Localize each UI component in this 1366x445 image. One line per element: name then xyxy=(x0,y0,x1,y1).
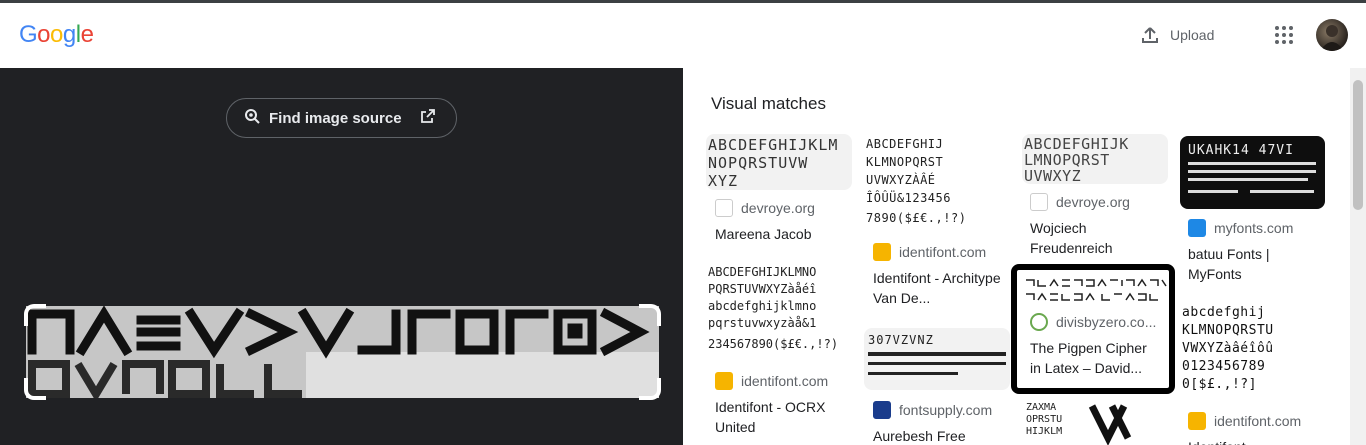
selected-image-crop[interactable] xyxy=(26,306,659,398)
result-thumbnail[interactable]: ABCDEFGHIJ KLMNOPQRST UVWXYZÀÂÉ ÎÔÛÜ&123… xyxy=(864,134,1010,234)
svg-text:234567890($£€.,!?): 234567890($£€.,!?) xyxy=(708,337,838,351)
fontsupply-favicon-icon xyxy=(873,401,891,419)
result-title[interactable]: Wojciech Freudenreich xyxy=(1030,218,1150,258)
result-source[interactable]: fontsupply.com xyxy=(873,401,992,419)
open-external-icon xyxy=(420,108,436,128)
svg-text:UVWXYZ: UVWXYZ xyxy=(1024,167,1081,184)
svg-text:0123456789: 0123456789 xyxy=(1182,359,1265,374)
result-thumbnail[interactable]: ABCDEFGHIJKLM NOPQRSTUVW XYZ xyxy=(706,134,852,190)
devroye-favicon-icon xyxy=(715,199,733,217)
svg-text:UVWXYZÀÂÉ: UVWXYZÀÂÉ xyxy=(866,172,936,187)
result-thumbnail[interactable]: ZAXMA OPRSTU HIJKLM xyxy=(1022,398,1168,445)
identifont-favicon-icon xyxy=(1188,412,1206,430)
crop-corner-top-right[interactable] xyxy=(639,304,661,326)
svg-text:UKAHK14 47VI: UKAHK14 47VI xyxy=(1188,143,1294,158)
svg-text:XYZ: XYZ xyxy=(708,172,738,190)
svg-text:PQRSTUVWXYZàåéî: PQRSTUVWXYZàåéî xyxy=(708,282,816,296)
highlight-annotation-box xyxy=(1011,264,1175,394)
svg-text:307VZVNZ: 307VZVNZ xyxy=(868,333,934,347)
avatar[interactable] xyxy=(1316,19,1348,51)
svg-text:7890($£€.,!?): 7890($£€.,!?) xyxy=(866,211,966,225)
svg-text:ÎÔÛÜ&123456: ÎÔÛÜ&123456 xyxy=(866,189,951,205)
result-source[interactable]: identifont.com xyxy=(715,372,828,390)
myfonts-favicon-icon xyxy=(1188,219,1206,237)
upload-icon xyxy=(1140,25,1160,45)
identifont-favicon-icon xyxy=(715,372,733,390)
result-source-label: fontsupply.com xyxy=(899,402,993,418)
svg-text:0[$£.,!?]: 0[$£.,!?] xyxy=(1182,377,1257,392)
result-source-label: identifont.com xyxy=(741,373,829,389)
header: Google Upload xyxy=(0,3,1366,68)
svg-text:HIJKLM: HIJKLM xyxy=(1026,426,1062,437)
svg-text:abcdefghij: abcdefghij xyxy=(1182,305,1265,320)
result-title[interactable]: Aurebesh Free xyxy=(873,426,1023,445)
result-thumbnail[interactable]: 307VZVNZ xyxy=(864,328,1010,390)
find-image-source-label: Find image source xyxy=(269,109,402,127)
result-title[interactable]: Identifont - OCRX United xyxy=(715,397,865,437)
apps-grid-icon[interactable] xyxy=(1272,23,1296,47)
svg-text:abcdefghijklmno: abcdefghijklmno xyxy=(708,299,816,313)
result-thumbnail[interactable]: UKAHK14 47VI xyxy=(1180,136,1325,209)
google-logo[interactable]: Google xyxy=(19,21,94,49)
svg-text:NOPQRSTUVW: NOPQRSTUVW xyxy=(708,154,808,172)
result-title[interactable]: Mareena Jacob xyxy=(715,224,865,244)
result-source[interactable]: identifont.com xyxy=(873,243,986,261)
cipher-glyph-image xyxy=(27,306,659,398)
lens-search-icon xyxy=(243,107,261,129)
find-image-source-button[interactable]: Find image source xyxy=(226,98,457,138)
result-source[interactable]: myfonts.com xyxy=(1188,219,1293,237)
svg-text:ZAXMA: ZAXMA xyxy=(1026,402,1056,413)
svg-text:ABCDEFGHIJKLM: ABCDEFGHIJKLM xyxy=(708,136,838,154)
upload-button[interactable]: Upload xyxy=(1140,23,1214,47)
result-source[interactable]: identifont.com xyxy=(1188,412,1301,430)
upload-label: Upload xyxy=(1170,27,1215,43)
result-source[interactable]: devroye.org xyxy=(1030,193,1130,211)
result-thumbnail[interactable]: abcdefghij KLMNOPQRSTU VWXYZàâéîôû 01234… xyxy=(1180,300,1325,400)
result-thumbnail[interactable]: ABCDEFGHIJKLMNO PQRSTUVWXYZàåéî abcdefgh… xyxy=(706,262,852,362)
crop-corner-top-left[interactable] xyxy=(24,304,46,326)
result-source-label: identifont.com xyxy=(899,244,987,260)
result-source-label: identifont.com xyxy=(1214,413,1302,429)
lens-image-panel: Find image source xyxy=(0,68,683,445)
scrollbar-thumb[interactable] xyxy=(1353,80,1363,210)
svg-text:OPRSTU: OPRSTU xyxy=(1026,414,1062,425)
crop-corner-bottom-left[interactable] xyxy=(24,378,46,400)
results-scrollbar[interactable] xyxy=(1350,68,1366,445)
identifont-favicon-icon xyxy=(873,243,891,261)
result-title[interactable]: Identifont - Architype Van De... xyxy=(873,268,1003,308)
svg-text:pqrstuvwxyzàå&1: pqrstuvwxyzàå&1 xyxy=(708,316,816,330)
svg-text:ABCDEFGHIJKLMNO: ABCDEFGHIJKLMNO xyxy=(708,265,816,279)
svg-text:ABCDEFGHIJ: ABCDEFGHIJ xyxy=(866,137,943,151)
svg-text:KLMNOPQRSTU: KLMNOPQRSTU xyxy=(1182,323,1274,338)
crop-corner-bottom-right[interactable] xyxy=(639,378,661,400)
svg-text:VWXYZàâéîôû: VWXYZàâéîôû xyxy=(1182,341,1274,356)
visual-matches-title: Visual matches xyxy=(711,94,826,113)
result-title[interactable]: batuu Fonts | MyFonts xyxy=(1188,244,1308,284)
result-source-label: myfonts.com xyxy=(1214,220,1294,236)
result-title[interactable]: Identifont - ... xyxy=(1188,437,1328,445)
devroye-favicon-icon xyxy=(1030,193,1048,211)
result-source[interactable]: devroye.org xyxy=(715,199,815,217)
result-source-label: devroye.org xyxy=(1056,194,1130,210)
result-source-label: devroye.org xyxy=(741,200,815,216)
result-thumbnail[interactable]: ABCDEFGHIJK LMNOPQRST UVWXYZ xyxy=(1022,134,1168,184)
svg-text:KLMNOPQRST: KLMNOPQRST xyxy=(866,155,943,169)
